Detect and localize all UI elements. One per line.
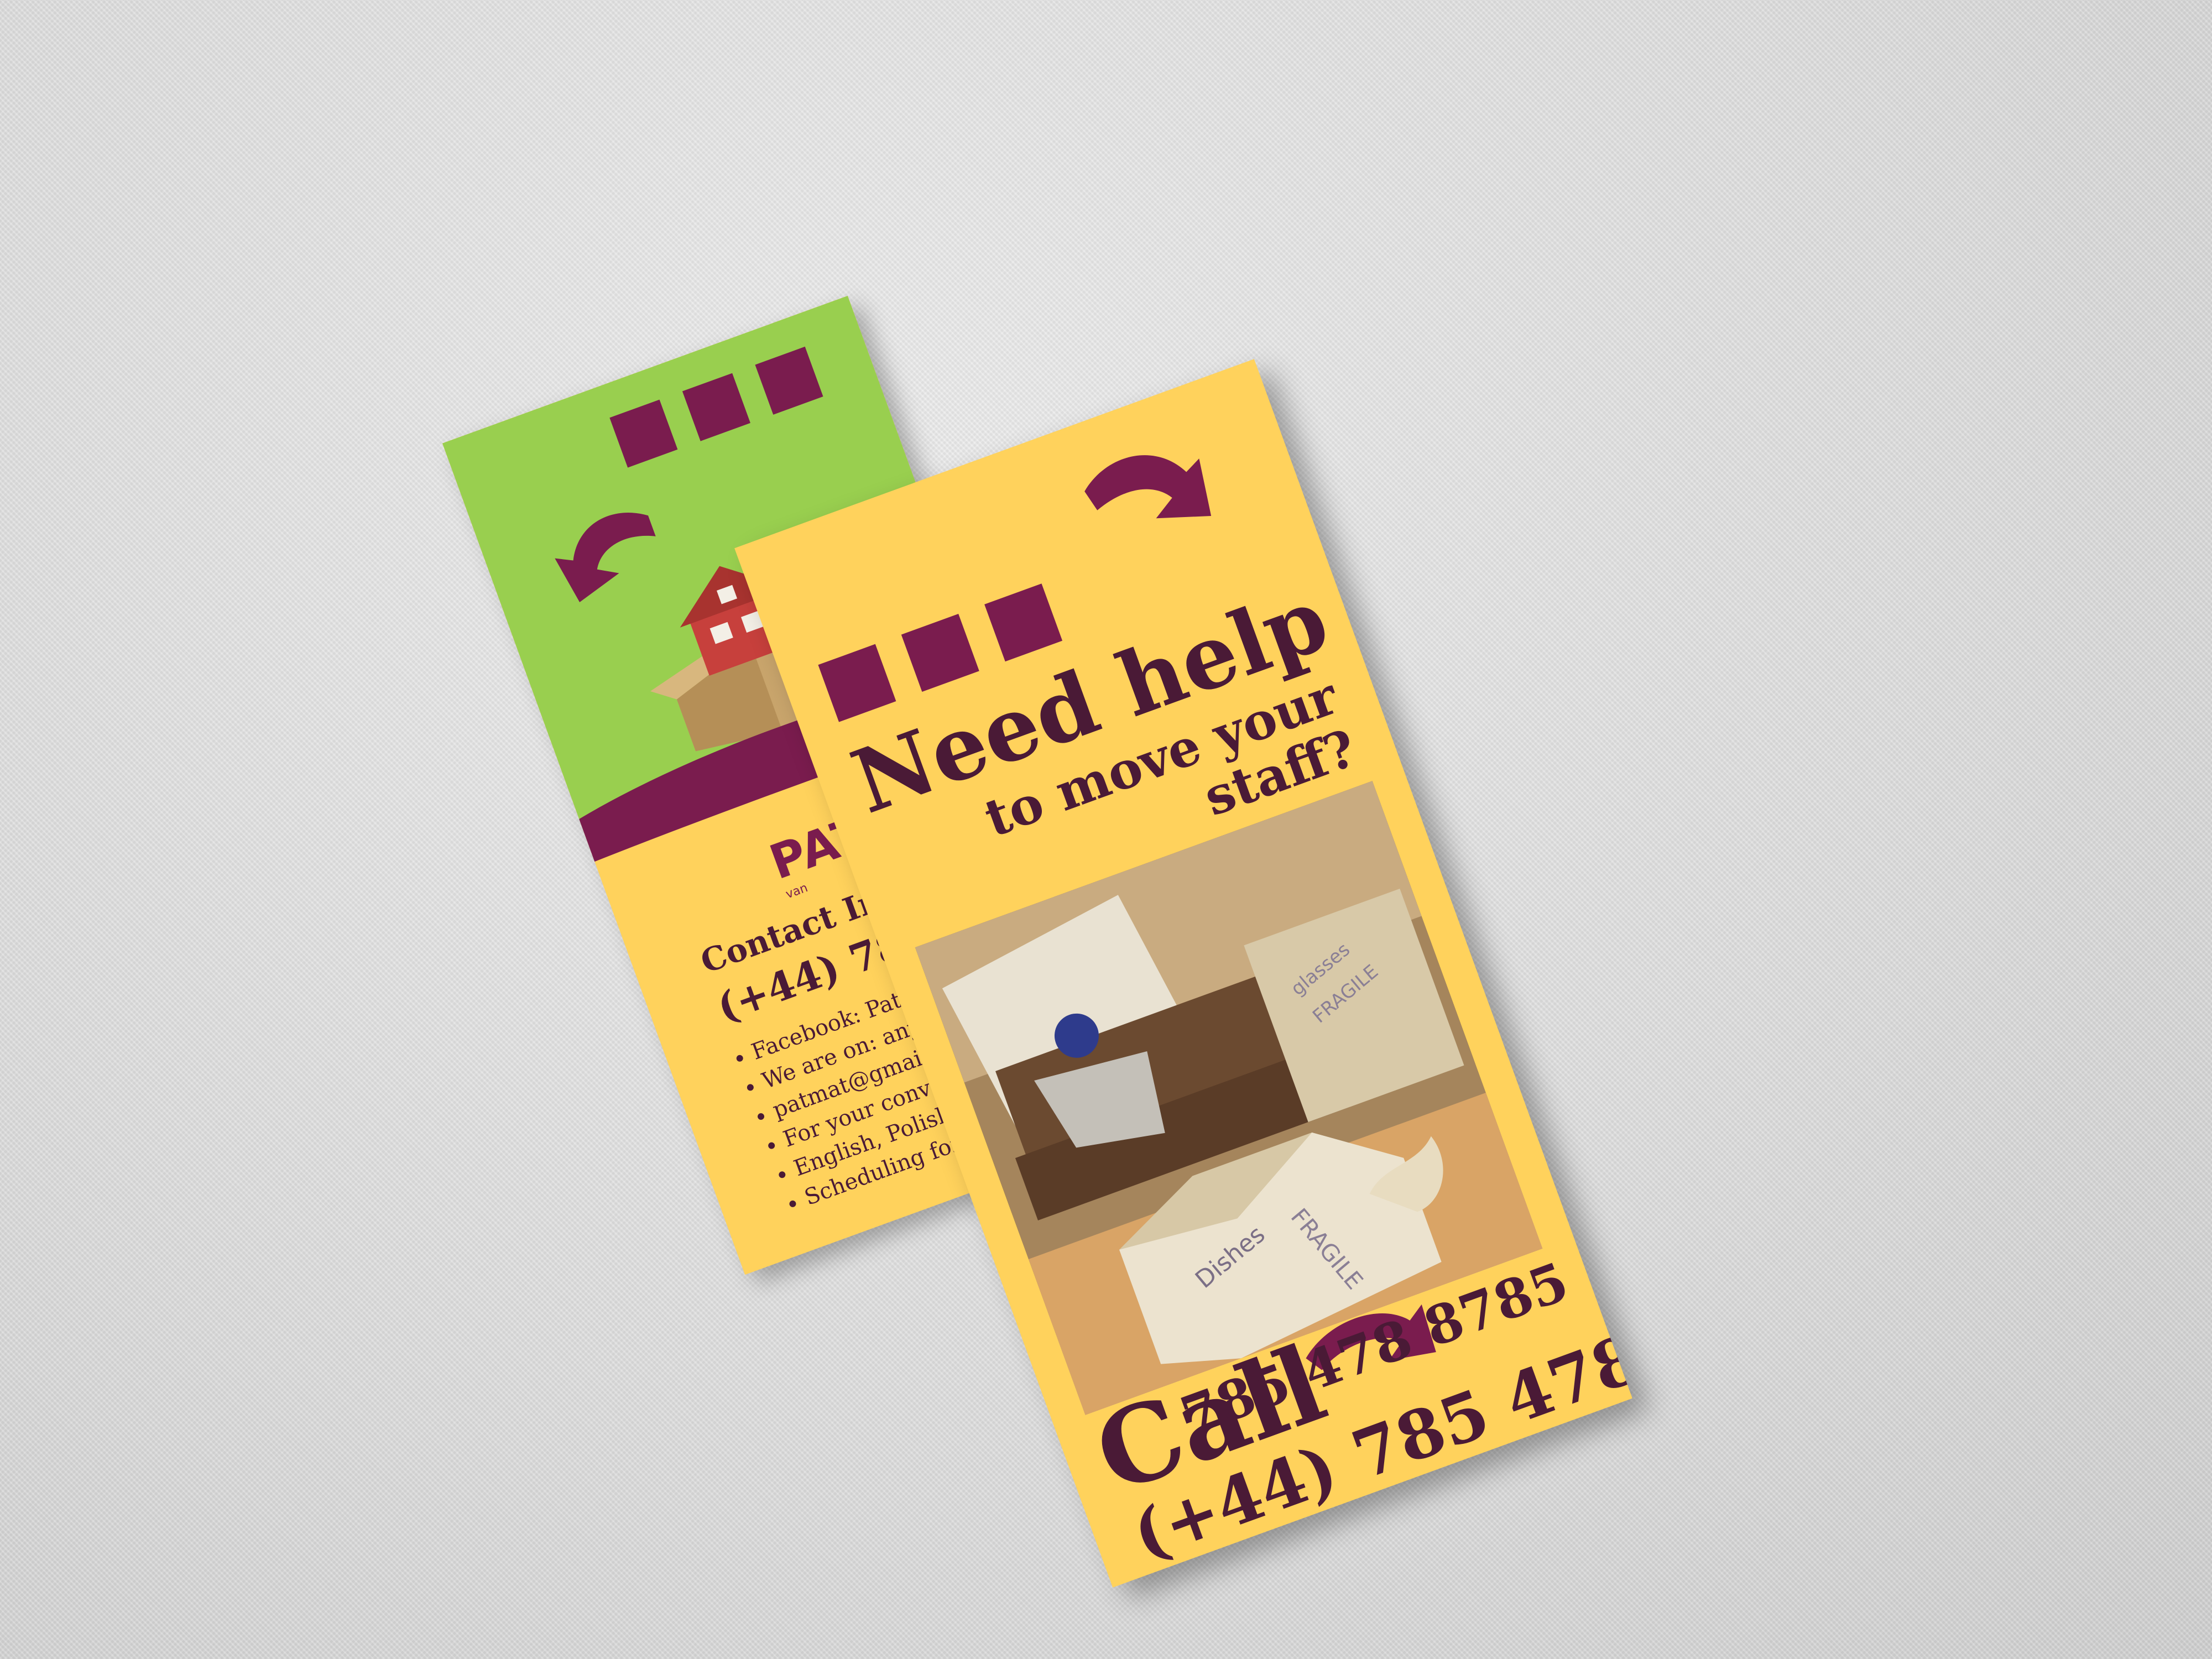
curved-arrow-right-icon xyxy=(1084,455,1212,519)
decorative-square xyxy=(984,583,1063,662)
mockup-scene: PATM van Contact Info (+44) 785 Facebook… xyxy=(0,0,2212,1659)
decorative-square xyxy=(901,613,979,692)
decorative-square xyxy=(818,644,896,722)
